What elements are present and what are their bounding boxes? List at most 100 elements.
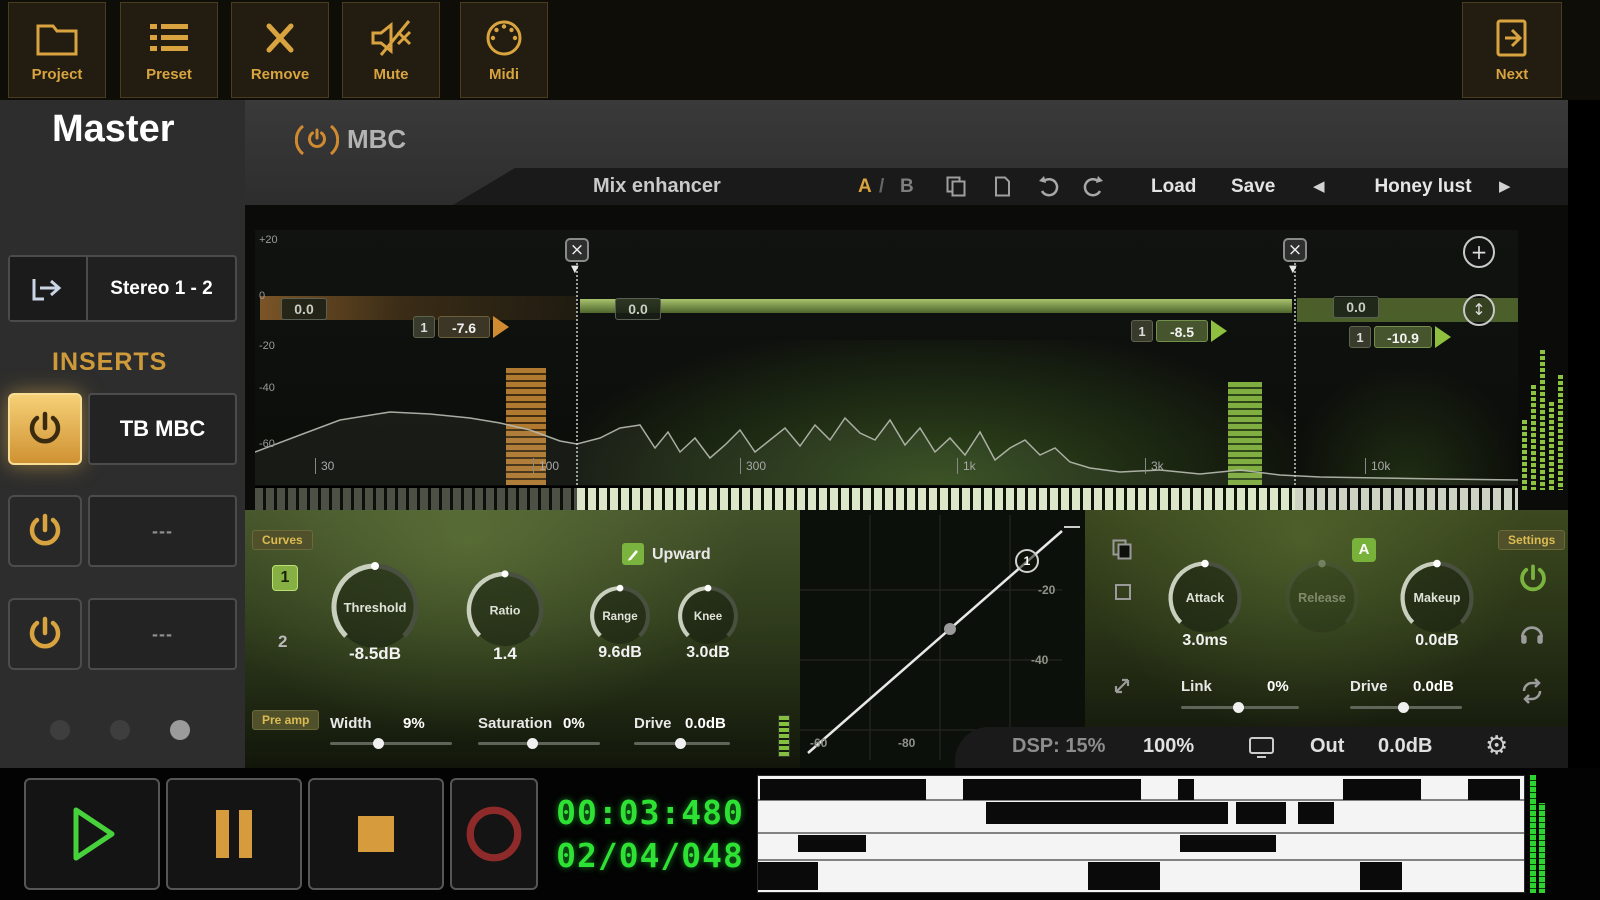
insert-3-power-button[interactable] (8, 598, 82, 670)
add-band-button[interactable]: + (1463, 236, 1495, 268)
crossover-handle-1[interactable]: × (565, 238, 589, 262)
pause-icon (206, 804, 262, 864)
gear-icon[interactable]: ⚙ (1485, 731, 1508, 761)
knee-value: 3.0dB (663, 644, 753, 662)
curve-copy-icon[interactable] (1111, 538, 1134, 561)
high-band-threshold[interactable]: 1 -10.9 (1349, 326, 1451, 348)
song-overview[interactable] (757, 775, 1525, 893)
width-slider[interactable] (330, 742, 452, 745)
ratio-knob[interactable]: Ratio (461, 566, 549, 654)
midi-button[interactable]: Midi (460, 2, 548, 98)
redo-icon[interactable] (1081, 175, 1105, 198)
low-band-gain-value[interactable]: 0.0 (281, 298, 327, 320)
width-label: Width (330, 715, 372, 732)
curve-point[interactable] (944, 623, 956, 635)
insert-3-name-button[interactable]: --- (88, 598, 237, 670)
insert-1-power-button[interactable] (8, 393, 82, 465)
out-gain-value[interactable]: 0.0dB (1378, 735, 1432, 758)
db-label: +20 (259, 234, 278, 246)
upward-label: Upward (652, 546, 711, 564)
song-overview-clips (758, 776, 1524, 892)
low-band-threshold[interactable]: 1 -7.6 (413, 316, 509, 338)
saturation-slider[interactable] (478, 742, 600, 745)
spectrum-analyzer: × ▼ × ▼ +20 0 -20 -40 -60 30 100 300 1k … (255, 230, 1518, 485)
drive-slider-handle[interactable] (1398, 702, 1409, 713)
compression-curve-graph[interactable]: 1 -20 -40 -60 -80 (800, 515, 1085, 760)
next-button[interactable]: Next (1462, 2, 1562, 98)
copy-icon[interactable] (945, 175, 968, 198)
saturation-slider-handle[interactable] (527, 738, 538, 749)
load-button[interactable]: Load (1151, 168, 1196, 205)
ab-compare-a[interactable]: A (858, 168, 872, 205)
tab-curves[interactable]: Curves (252, 530, 313, 550)
band-select-2[interactable]: 2 (278, 632, 287, 652)
project-button[interactable]: Project (8, 2, 106, 98)
out-label: Out (1310, 735, 1344, 758)
knee-knob[interactable]: Knee (674, 582, 742, 650)
band-power-icon[interactable] (1517, 562, 1549, 596)
threshold-knob[interactable]: Threshold (325, 557, 425, 657)
mid-band-threshold[interactable]: 1 -8.5 (1131, 320, 1227, 342)
range-knob[interactable]: Range (586, 582, 654, 650)
plugin-power-icon[interactable] (295, 122, 339, 158)
preamp-drive-slider-handle[interactable] (675, 738, 686, 749)
stop-button[interactable] (308, 778, 444, 890)
svg-text:Knee: Knee (694, 611, 723, 623)
page-dot-3[interactable] (170, 720, 190, 740)
output-select[interactable]: Stereo 1 - 2 (8, 255, 237, 322)
output-label: Stereo 1 - 2 (88, 257, 235, 320)
svg-text:Attack: Attack (1186, 591, 1225, 605)
insert-2-name-button[interactable]: --- (88, 495, 237, 567)
link-slider-handle[interactable] (1233, 702, 1244, 713)
tab-settings[interactable]: Settings (1498, 530, 1565, 550)
next-preset-button[interactable]: ▶ (1499, 168, 1511, 205)
band-select-1[interactable]: 1 (272, 565, 298, 591)
plugin-panel: MBC Mix enhancer A / B (245, 100, 1568, 768)
preset-button[interactable]: Preset (120, 2, 218, 98)
display-icon[interactable] (1248, 736, 1275, 760)
ab-separator: / (879, 168, 884, 205)
mute-button[interactable]: Mute (342, 2, 440, 98)
insert-2-power-button[interactable] (8, 495, 82, 567)
insert-1-name-button[interactable]: TB MBC (88, 393, 237, 465)
page-dot-1[interactable] (50, 720, 70, 740)
mute-speaker-icon (367, 17, 415, 59)
ui-scale[interactable]: 100% (1143, 735, 1194, 758)
page-dot-2[interactable] (110, 720, 130, 740)
mid-band-gain-value[interactable]: 0.0 (615, 298, 661, 320)
loop-sync-icon[interactable] (1518, 678, 1546, 704)
width-slider-handle[interactable] (373, 738, 384, 749)
freq-label: 30 (315, 458, 334, 474)
crossover-line-2 (1294, 252, 1296, 485)
remove-button[interactable]: Remove (231, 2, 329, 98)
plugin-status-bar: DSP: 15% 100% Out 0.0dB ⚙ (955, 727, 1568, 768)
preset-name[interactable]: Honey lust (1358, 168, 1488, 205)
width-value: 9% (403, 715, 425, 732)
solo-headphones-icon[interactable] (1518, 620, 1546, 646)
power-icon (26, 409, 64, 449)
record-button[interactable] (450, 778, 538, 890)
undo-icon[interactable] (1037, 175, 1061, 198)
release-knob[interactable]: Release (1280, 556, 1364, 640)
play-button[interactable] (24, 778, 160, 890)
crossover-handle-2[interactable]: × (1283, 238, 1307, 262)
piano-keyboard-strip[interactable] (255, 486, 1518, 509)
upward-checkbox[interactable] (622, 543, 644, 565)
band-controls: Curves 1 2 Upward Threshold -8.5dB (245, 510, 1568, 768)
save-button[interactable]: Save (1231, 168, 1275, 205)
paste-icon[interactable] (991, 175, 1014, 198)
makeup-knob[interactable]: Makeup (1395, 556, 1479, 640)
curve-paste-icon[interactable] (1113, 582, 1133, 602)
ab-compare-b[interactable]: B (900, 168, 914, 205)
range-value: 9.6dB (575, 644, 665, 662)
pause-button[interactable] (166, 778, 302, 890)
attack-knob[interactable]: Attack (1163, 556, 1247, 640)
band-range-button[interactable]: ↕ (1463, 294, 1495, 326)
curve-expand-icon[interactable] (1111, 675, 1133, 697)
preamp-drive-value: 0.0dB (685, 715, 726, 732)
meter-bar (1558, 375, 1563, 490)
tab-preamp[interactable]: Pre amp (252, 710, 319, 730)
prev-preset-button[interactable]: ◀ (1313, 168, 1325, 205)
top-toolbar: Project Preset Remove Mute (0, 0, 1600, 100)
high-band-gain-value[interactable]: 0.0 (1333, 296, 1379, 318)
